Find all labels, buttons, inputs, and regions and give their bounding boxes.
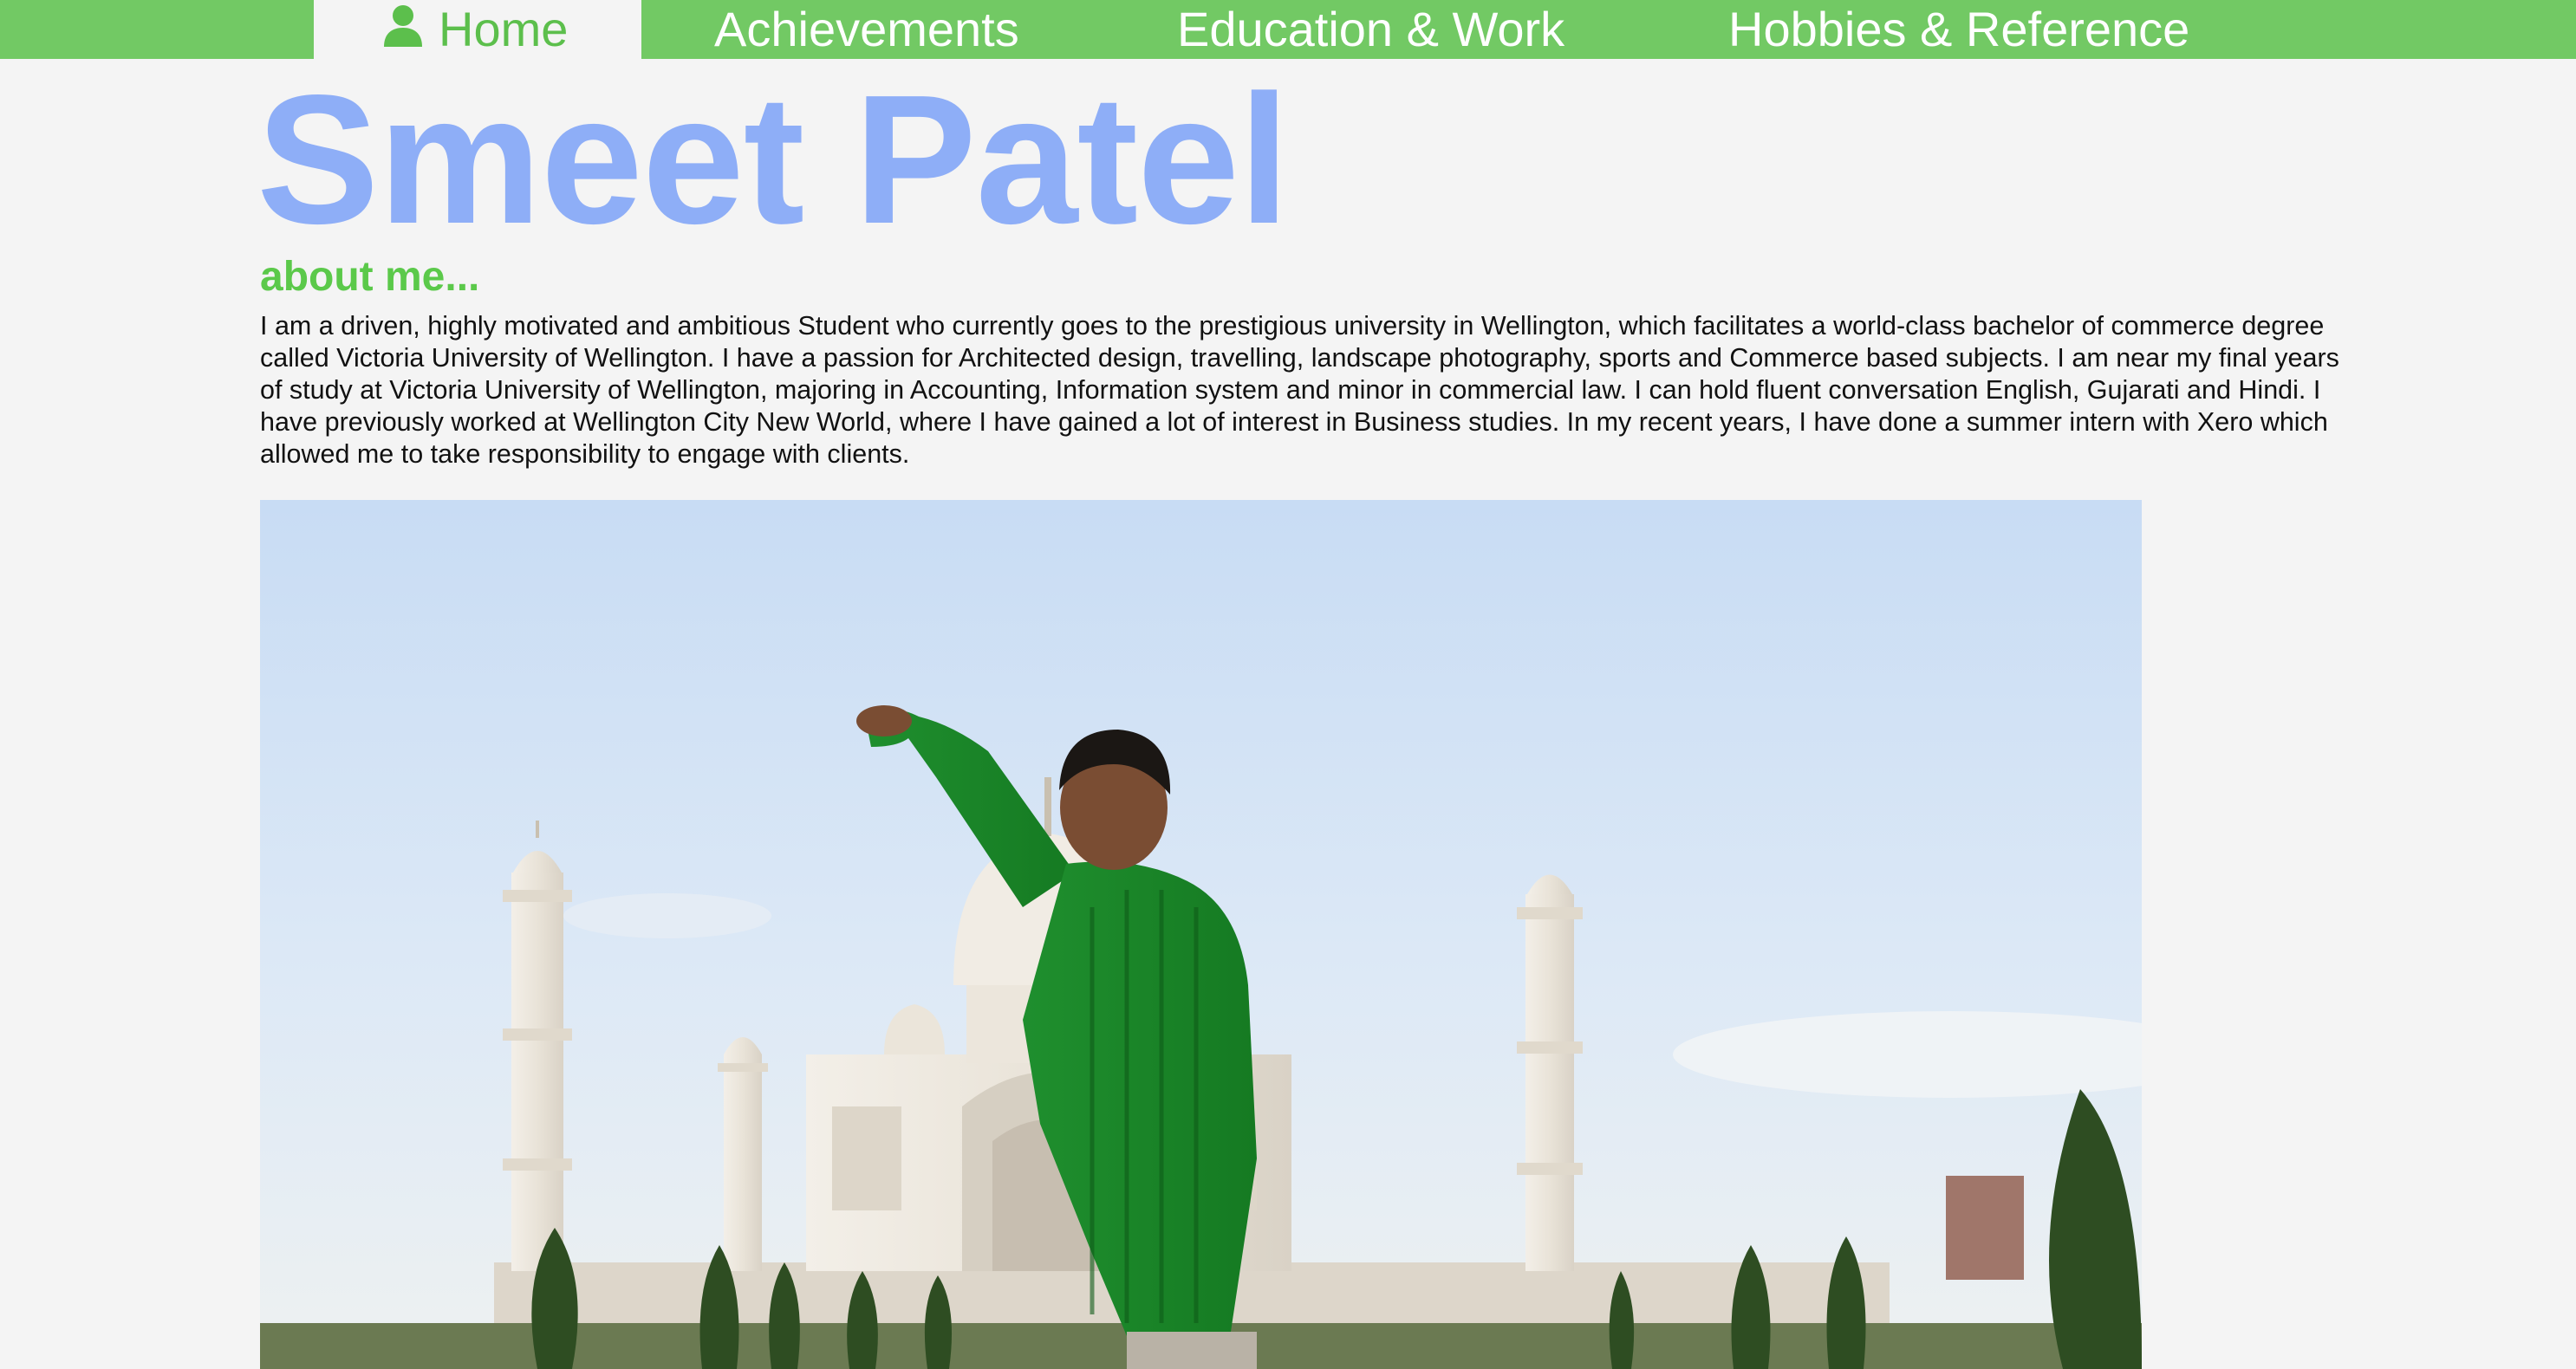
taj-mahal-photo bbox=[260, 500, 2142, 1369]
nav-education-work-tab[interactable]: Education & Work bbox=[1177, 0, 1564, 59]
nav-home-tab[interactable]: Home bbox=[314, 0, 641, 59]
nav-home-label: Home bbox=[439, 2, 569, 56]
page-title: Smeet Patel bbox=[257, 56, 1290, 262]
photo-illustration bbox=[260, 500, 2142, 1369]
top-nav-bar: Home Achievements Education & Work Hobbi… bbox=[0, 0, 2576, 59]
nav-hobbies-reference-tab[interactable]: Hobbies & Reference bbox=[1728, 0, 2189, 59]
about-heading: about me... bbox=[260, 254, 480, 300]
nav-achievements-tab[interactable]: Achievements bbox=[714, 0, 1019, 59]
user-icon bbox=[384, 5, 422, 47]
about-paragraph: I am a driven, highly motivated and ambi… bbox=[260, 311, 2339, 469]
